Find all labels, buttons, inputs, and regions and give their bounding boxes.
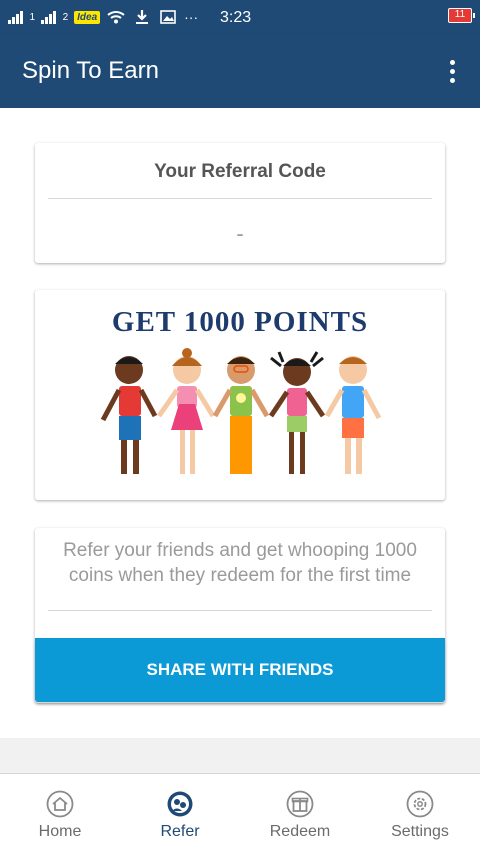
signal-icon [8, 10, 23, 24]
kid-figure [268, 351, 326, 474]
nav-refer-label: Refer [160, 823, 200, 840]
carrier-badge: Idea [74, 10, 101, 24]
image-icon [158, 8, 178, 26]
wifi-icon [106, 8, 126, 26]
kid-figure [324, 356, 382, 474]
battery-icon: 11 [448, 8, 475, 23]
nav-settings[interactable]: Settings [360, 774, 480, 854]
nav-redeem[interactable]: Redeem [240, 774, 360, 854]
status-icons: 1 2 Idea ··· [8, 0, 198, 34]
refer-icon [167, 791, 193, 817]
refer-description: Refer your friends and get whooping 1000… [63, 540, 417, 586]
nav-redeem-label: Redeem [269, 823, 331, 840]
home-icon [46, 790, 74, 818]
bottom-navigation: Home Refer Redeem Settings [0, 773, 480, 854]
refer-card: Refer your friends and get whooping 1000… [35, 528, 445, 703]
gift-icon [286, 790, 314, 818]
referral-code-value[interactable]: - [35, 221, 445, 247]
more-vert-icon[interactable] [438, 56, 466, 86]
nav-refer[interactable]: Refer [120, 774, 240, 854]
kid-figure [212, 356, 270, 474]
more-notifications-icon: ··· [184, 9, 199, 25]
app-bar: Spin To Earn [0, 34, 480, 108]
kid-figure [156, 348, 216, 474]
clock: 3:23 [220, 9, 252, 26]
kid-figure [100, 356, 158, 474]
app-title: Spin To Earn [22, 57, 159, 84]
settings-icon [406, 790, 434, 818]
banner-headline: GET 1000 POINTS [111, 306, 369, 338]
share-with-friends-button[interactable]: SHARE WITH FRIENDS [35, 638, 445, 702]
sim1-label: 1 [29, 11, 36, 23]
battery-level: 11 [454, 9, 466, 20]
promo-banner: GET 1000 POINTS [35, 290, 445, 500]
nav-home[interactable]: Home [0, 774, 120, 854]
main-content: Your Referral Code - GET 1000 POINTS Ref… [0, 108, 480, 738]
status-bar: 1 2 Idea ··· 3:23 11 [0, 0, 480, 34]
nav-home-label: Home [38, 823, 82, 840]
divider [48, 610, 432, 611]
divider [48, 198, 432, 199]
signal-icon [41, 10, 56, 24]
sim2-label: 2 [62, 11, 69, 23]
kids-illustration [100, 348, 382, 474]
download-icon [132, 8, 152, 26]
nav-settings-label: Settings [391, 823, 449, 840]
referral-code-title: Your Referral Code [154, 161, 326, 182]
referral-code-card: Your Referral Code - [35, 143, 445, 263]
